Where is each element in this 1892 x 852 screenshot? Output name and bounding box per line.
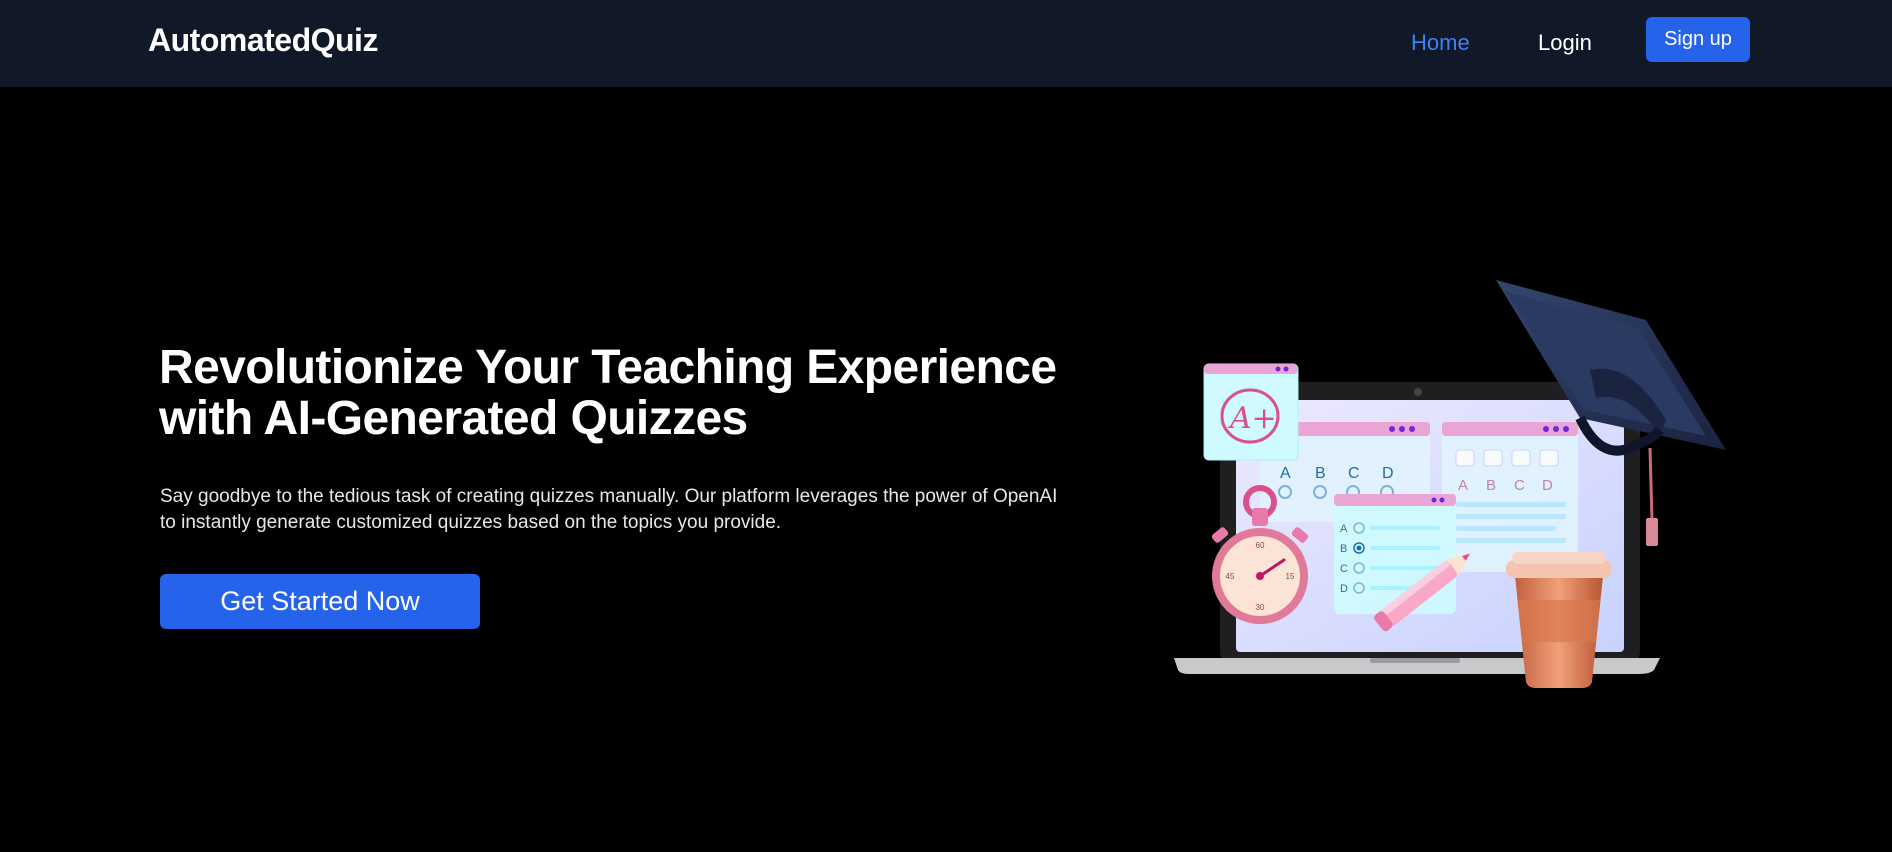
svg-text:A: A	[1340, 523, 1348, 535]
svg-text:B: B	[1340, 543, 1347, 555]
svg-text:45: 45	[1226, 572, 1235, 581]
quiz-laptop-illustration: A B C D A B C D A B C D A+ 60 15 30 45	[1174, 280, 1726, 688]
svg-text:A: A	[1458, 477, 1468, 494]
grade-card: A+	[1203, 363, 1299, 461]
get-started-button[interactable]: Get Started Now	[160, 574, 480, 629]
svg-text:D: D	[1382, 465, 1394, 482]
svg-text:A+: A+	[1227, 401, 1277, 436]
answer-sheet-card: A B C D	[1334, 494, 1456, 614]
brand-logo[interactable]: AutomatedQuiz	[148, 22, 378, 59]
top-navbar: AutomatedQuiz Home Login Sign up	[0, 0, 1892, 87]
svg-text:C: C	[1514, 477, 1525, 494]
svg-text:60: 60	[1256, 541, 1265, 550]
quiz-card-right: A B C D	[1442, 422, 1578, 572]
hero-description: Say goodbye to the tedious task of creat…	[160, 486, 1058, 533]
svg-text:D: D	[1542, 477, 1553, 494]
svg-text:C: C	[1348, 465, 1360, 482]
nav-link-login[interactable]: Login	[1538, 30, 1592, 56]
svg-text:B: B	[1486, 477, 1496, 494]
signup-button[interactable]: Sign up	[1646, 17, 1750, 62]
svg-text:C: C	[1340, 563, 1348, 575]
svg-text:A: A	[1280, 465, 1291, 482]
svg-text:B: B	[1315, 465, 1326, 482]
svg-text:D: D	[1340, 583, 1348, 595]
svg-text:15: 15	[1286, 572, 1295, 581]
hero-title: Revolutionize Your Teaching Experience w…	[159, 341, 1057, 445]
svg-text:30: 30	[1256, 603, 1265, 612]
nav-link-home[interactable]: Home	[1411, 30, 1470, 56]
